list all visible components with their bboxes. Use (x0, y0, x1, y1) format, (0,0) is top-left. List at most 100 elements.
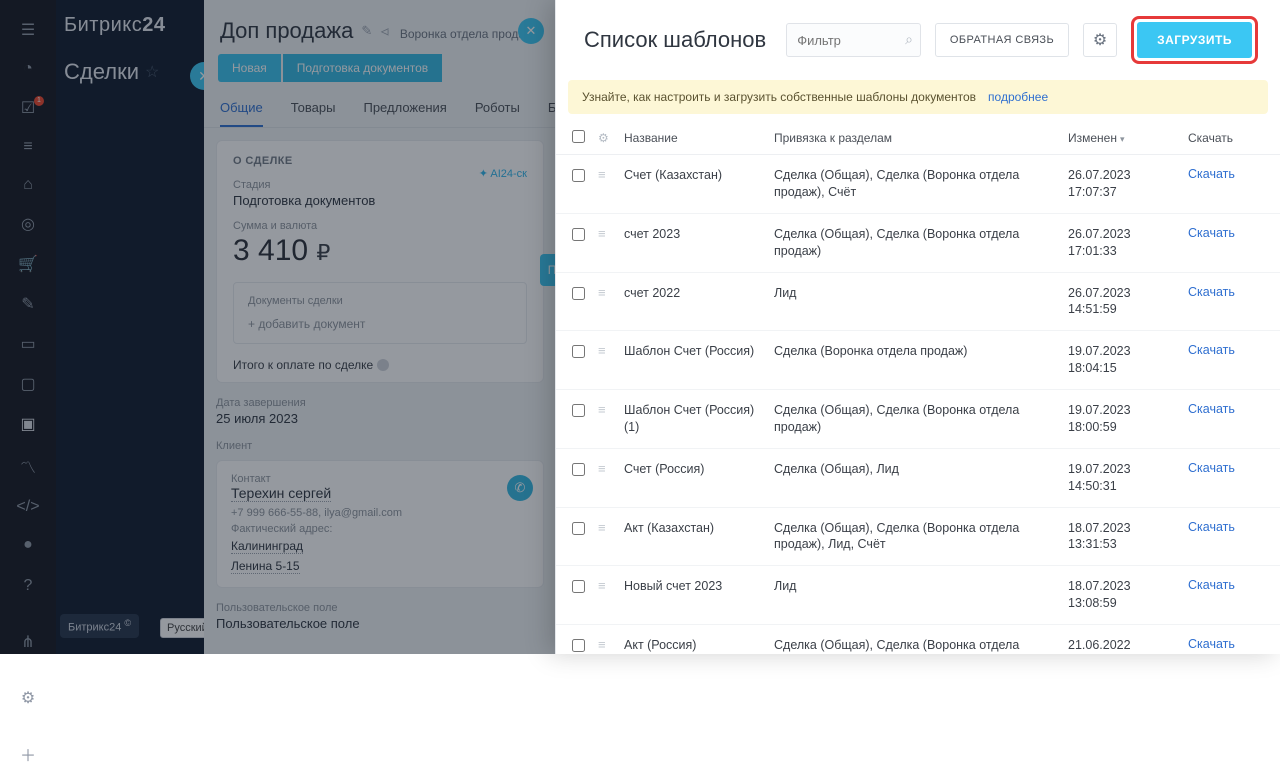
template-binding: Сделка (Общая), Сделка (Воронка отдела п… (774, 226, 1068, 260)
col-binding[interactable]: Привязка к разделам (774, 131, 1068, 145)
settings-icon[interactable]: ⚙ (16, 686, 40, 710)
templates-panel: Список шаблонов ⌕ ОБРАТНАЯ СВЯЗЬ ⚙ ЗАГРУ… (555, 0, 1280, 654)
col-changed[interactable]: Изменен▾ (1068, 131, 1188, 145)
template-name[interactable]: Акт (Казахстан) (624, 520, 774, 537)
panel-settings-button[interactable]: ⚙ (1083, 23, 1117, 57)
columns-gear-icon[interactable]: ⚙ (598, 131, 624, 145)
filter-icon[interactable]: ≡ (16, 138, 40, 156)
template-changed: 21.06.202214:01:05 (1068, 637, 1188, 654)
link-icon[interactable]: ⏿ (380, 23, 389, 39)
call-button[interactable]: ✆ (507, 475, 533, 501)
template-name[interactable]: Счет (Россия) (624, 461, 774, 478)
robot-icon[interactable]: ▢ (16, 374, 40, 394)
sign-icon[interactable]: ✎ (16, 294, 40, 314)
col-name[interactable]: Название (624, 131, 774, 145)
clock-icon[interactable]: ◔ (16, 60, 40, 78)
contact-city[interactable]: Калининград (231, 539, 303, 554)
template-name[interactable]: счет 2022 (624, 285, 774, 302)
tab-offers[interactable]: Предложения (363, 100, 446, 127)
cart-icon[interactable]: 🛒 (16, 254, 40, 274)
download-link[interactable]: Скачать (1188, 167, 1235, 181)
help-icon[interactable]: ? (16, 574, 40, 598)
download-link[interactable]: Скачать (1188, 461, 1235, 475)
filter-input[interactable] (786, 23, 921, 57)
drag-handle-icon[interactable]: ≡ (598, 520, 624, 535)
row-checkbox[interactable] (572, 522, 585, 535)
tasks-icon[interactable]: ☑1 (16, 98, 40, 118)
template-name[interactable]: Шаблон Счет (Россия) (624, 343, 774, 360)
table-row[interactable]: ≡Счет (Россия)Сделка (Общая), Лид19.07.2… (556, 449, 1280, 508)
company-icon[interactable]: ⌂ (16, 176, 40, 194)
table-row[interactable]: ≡Новый счет 2023Лид18.07.202313:08:59Ска… (556, 566, 1280, 625)
drag-handle-icon[interactable]: ≡ (598, 167, 624, 182)
drag-handle-icon[interactable]: ≡ (598, 578, 624, 593)
template-name[interactable]: Новый счет 2023 (624, 578, 774, 595)
stage-docs[interactable]: Подготовка документов (283, 54, 442, 82)
row-checkbox[interactable] (572, 639, 585, 652)
notice-link[interactable]: подробнее (988, 90, 1048, 104)
tab-robots[interactable]: Роботы (475, 100, 520, 127)
template-name[interactable]: Счет (Казахстан) (624, 167, 774, 184)
tab-general[interactable]: Общие (220, 100, 263, 127)
template-changed: 26.07.202317:07:37 (1068, 167, 1188, 201)
row-checkbox[interactable] (572, 345, 585, 358)
row-checkbox[interactable] (572, 228, 585, 241)
table-row[interactable]: ≡Акт (Казахстан)Сделка (Общая), Сделка (… (556, 508, 1280, 567)
table-row[interactable]: ≡счет 2022Лид26.07.202314:51:59Скачать (556, 273, 1280, 332)
template-name[interactable]: Шаблон Счет (Россия) (1) (624, 402, 774, 436)
date-label: Дата завершения (216, 397, 544, 409)
drag-handle-icon[interactable]: ≡ (598, 402, 624, 417)
menu-icon[interactable]: ☰ (16, 20, 40, 40)
drag-handle-icon[interactable]: ≡ (598, 285, 624, 300)
download-link[interactable]: Скачать (1188, 343, 1235, 357)
table-row[interactable]: ≡Акт (Россия)Сделка (Общая), Сделка (Вор… (556, 625, 1280, 654)
check-icon[interactable]: ● (16, 536, 40, 554)
row-checkbox[interactable] (572, 169, 585, 182)
download-link[interactable]: Скачать (1188, 578, 1235, 592)
help-hint-icon[interactable] (377, 359, 389, 371)
table-row[interactable]: ≡Счет (Казахстан)Сделка (Общая), Сделка … (556, 155, 1280, 214)
notice-text: Узнайте, как настроить и загрузить собст… (582, 90, 976, 104)
template-name[interactable]: Акт (Россия) (624, 637, 774, 654)
brand-badge[interactable]: Битрикс24 © (60, 614, 139, 638)
upload-button[interactable]: ЗАГРУЗИТЬ (1137, 22, 1252, 58)
download-link[interactable]: Скачать (1188, 226, 1235, 240)
stage-new[interactable]: Новая (218, 54, 281, 82)
feedback-button[interactable]: ОБРАТНАЯ СВЯЗЬ (935, 23, 1069, 57)
contact-street[interactable]: Ленина 5-15 (231, 559, 300, 574)
chart-icon[interactable]: 〽 (16, 454, 40, 478)
table-row[interactable]: ≡Шаблон Счет (Россия)Сделка (Воронка отд… (556, 331, 1280, 390)
code-icon[interactable]: </> (16, 498, 40, 516)
download-link[interactable]: Скачать (1188, 285, 1235, 299)
box-icon[interactable]: ▣ (16, 414, 40, 434)
edit-title-icon[interactable]: ✎ (361, 23, 372, 39)
row-checkbox[interactable] (572, 580, 585, 593)
select-all-checkbox[interactable] (572, 130, 585, 143)
row-checkbox[interactable] (572, 287, 585, 300)
row-checkbox[interactable] (572, 404, 585, 417)
contacts-icon[interactable]: ▭ (16, 334, 40, 354)
search-icon[interactable]: ⌕ (905, 31, 913, 48)
tab-products[interactable]: Товары (291, 100, 336, 127)
template-name[interactable]: счет 2023 (624, 226, 774, 243)
drag-handle-icon[interactable]: ≡ (598, 637, 624, 652)
ai-chip[interactable]: ✦ AI24-ск (479, 167, 527, 180)
download-link[interactable]: Скачать (1188, 520, 1235, 534)
close-deal-button[interactable]: ✕ (518, 18, 544, 44)
add-document-link[interactable]: + добавить документ (248, 317, 512, 331)
row-checkbox[interactable] (572, 463, 585, 476)
star-icon[interactable]: ☆ (145, 62, 159, 82)
partial-button[interactable]: П (540, 254, 556, 286)
drag-handle-icon[interactable]: ≡ (598, 343, 624, 358)
client-label: Клиент (216, 440, 544, 452)
download-link[interactable]: Скачать (1188, 637, 1235, 651)
sitemap-icon[interactable]: ⋔ (16, 630, 40, 654)
table-row[interactable]: ≡счет 2023Сделка (Общая), Сделка (Воронк… (556, 214, 1280, 273)
drag-handle-icon[interactable]: ≡ (598, 226, 624, 241)
target-icon[interactable]: ◎ (16, 214, 40, 234)
drag-handle-icon[interactable]: ≡ (598, 461, 624, 476)
table-row[interactable]: ≡Шаблон Счет (Россия) (1)Сделка (Общая),… (556, 390, 1280, 449)
plus-icon[interactable]: ＋ (16, 742, 40, 766)
contact-name[interactable]: Терехин сергей (231, 485, 331, 502)
download-link[interactable]: Скачать (1188, 402, 1235, 416)
